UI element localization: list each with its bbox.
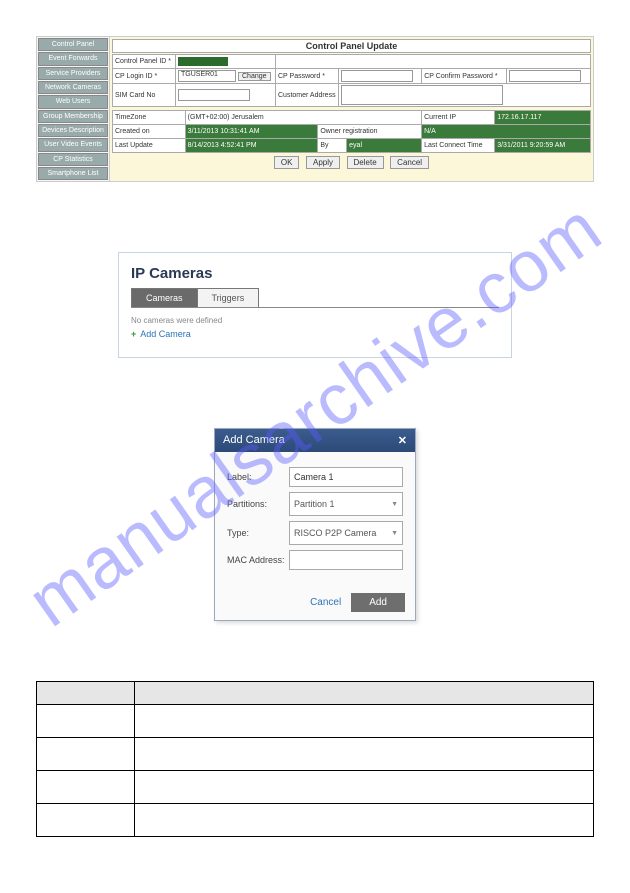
label-cp-confirm-password: CP Confirm Password * [422,69,507,84]
label-owner-registration: Owner registration [318,125,422,139]
dialog-cancel-link[interactable]: Cancel [310,597,341,608]
current-ip-value: 172.16.17.117 [495,111,591,125]
control-panel-section: Control Panel Event Forwards Service Pro… [36,36,594,182]
mac-address-input[interactable] [289,550,403,570]
sidebar-item-web-users[interactable]: Web Users [38,95,108,108]
type-select[interactable]: RISCO P2P Camera [289,521,403,545]
ip-cameras-panel: IP Cameras Cameras Triggers No cameras w… [118,252,512,358]
add-camera-link[interactable]: Add Camera [131,329,499,339]
timezone-select[interactable]: (GMT+02:00) Jerusalem [188,114,264,121]
cp-confirm-password-input[interactable] [509,70,581,82]
sidebar-item-cp-statistics[interactable]: CP Statistics [38,153,108,166]
field-description-table [36,681,594,837]
last-update-value: 8/14/2013 4:52:41 PM [185,139,318,153]
sidebar-item-group-membership[interactable]: Group Membership [38,110,108,123]
by-value: eyal [347,139,422,153]
sidebar-item-service-providers[interactable]: Service Providers [38,67,108,80]
ip-cameras-title: IP Cameras [131,265,499,282]
delete-button[interactable]: Delete [347,156,384,169]
sidebar-item-smartphone-list[interactable]: Smartphone List [38,167,108,180]
last-connect-value: 3/31/2011 9:20:59 AM [495,139,591,153]
dialog-title: Add Camera [223,434,285,447]
sidebar-item-event-forwards[interactable]: Event Forwards [38,52,108,65]
tab-cameras[interactable]: Cameras [131,288,198,307]
label-control-panel-id: Control Panel ID * [113,55,176,69]
label-type: Type: [227,528,289,538]
cancel-button[interactable]: Cancel [390,156,429,169]
tab-triggers[interactable]: Triggers [198,288,260,307]
add-camera-dialog: Add Camera ✕ Label: Camera 1 Partitions:… [214,428,416,621]
apply-button[interactable]: Apply [306,156,340,169]
label-camera-label: Label: [227,472,289,482]
label-timezone: TimeZone [113,111,186,125]
label-cp-password: CP Password * [276,69,339,84]
sidebar: Control Panel Event Forwards Service Pro… [37,37,110,181]
customer-address-input[interactable] [341,85,503,105]
label-last-connect-time: Last Connect Time [422,139,495,153]
sidebar-item-devices-description[interactable]: Devices Description [38,124,108,137]
label-created-on: Created on [113,125,186,139]
sidebar-item-user-video-events[interactable]: User Video Events [38,138,108,151]
label-last-update: Last Update [113,139,186,153]
label-cp-login-id: CP Login ID * [113,69,176,84]
label-by: By [318,139,347,153]
dialog-add-button[interactable]: Add [351,593,405,612]
created-on-value: 3/11/2013 10:31:41 AM [185,125,318,139]
sim-card-input[interactable] [178,89,250,101]
cp-login-id-input[interactable]: TGUSER01 [178,70,236,82]
sidebar-item-network-cameras[interactable]: Network Cameras [38,81,108,94]
sidebar-item-control-panel[interactable]: Control Panel [38,38,108,51]
no-cameras-text: No cameras were defined [131,316,499,325]
change-button[interactable]: Change [238,72,271,81]
label-customer-address: Customer Address [276,84,339,107]
label-sim-card-no: SIM Card No [113,84,176,107]
close-icon[interactable]: ✕ [398,434,407,447]
label-mac-address: MAC Address: [227,555,289,565]
ok-button[interactable]: OK [274,156,300,169]
cp-password-input[interactable] [341,70,413,82]
panel-title: Control Panel Update [112,39,591,53]
partitions-select[interactable]: Partition 1 [289,492,403,516]
owner-registration-value: N/A [422,125,591,139]
label-partitions: Partitions: [227,499,289,509]
label-current-ip: Current IP [422,111,495,125]
camera-label-input[interactable]: Camera 1 [289,467,403,487]
